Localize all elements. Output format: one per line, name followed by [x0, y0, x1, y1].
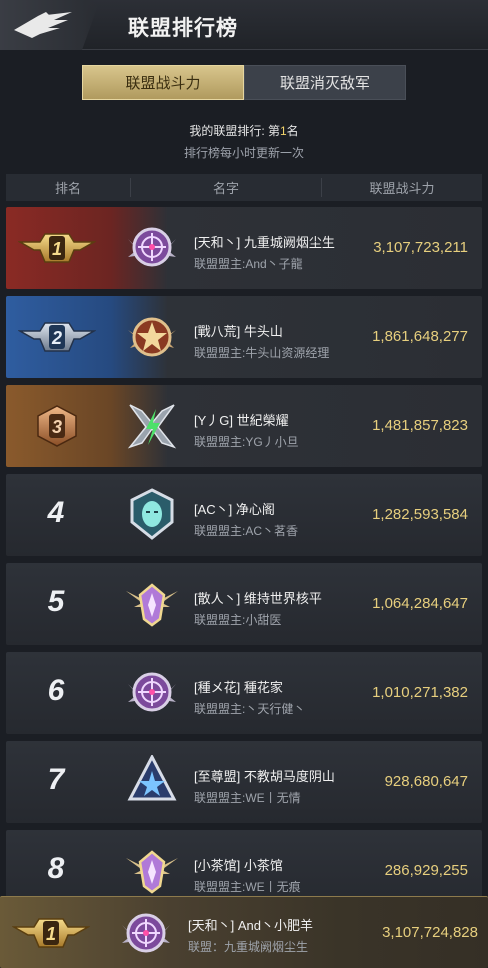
alliance-info: [散人丶] 维持世界核平 联盟盟主:小甜医 — [194, 588, 359, 628]
rank-badge-text: 3 — [52, 417, 62, 437]
tab-alliance-power[interactable]: 联盟战斗力 — [82, 65, 244, 100]
alliance-info: [至尊盟] 不教胡马度阴山 联盟盟主:WE丨无情 — [194, 766, 359, 806]
bronze-star-emblem-icon — [128, 317, 176, 357]
table-row[interactable]: 3 [Y丿G] 世紀榮耀 联盟盟主:YG丿小旦 1,481,857,823 — [6, 385, 482, 467]
alliance-power: 1,282,593,584 — [372, 506, 468, 523]
alliance-leader: 联盟：九重城阙烟尘生 — [188, 940, 309, 954]
my-rank-line: 我的联盟排行: 第1名 — [0, 122, 488, 139]
gold-winged-emblem-icon — [126, 583, 178, 627]
rank-cell: 6 — [6, 652, 106, 734]
table-row[interactable]: 6 [種メ花] 種花家 联盟盟主:丶天行健丶 1,010,271,382 — [6, 652, 482, 734]
back-button[interactable] — [0, 0, 100, 50]
alliance-power: 1,010,271,382 — [372, 684, 468, 701]
alliance-leader: 联盟盟主:WE丨无痕 — [194, 880, 301, 894]
teal-mask-emblem-icon — [130, 488, 174, 540]
alliance-power: 3,107,723,211 — [373, 239, 468, 256]
alliance-leader: 联盟盟主:And丶子龍 — [194, 257, 303, 271]
alliance-name: [AC丶] 净心阁 — [194, 502, 275, 517]
eagle-back-icon — [14, 12, 72, 38]
alliance-power: 286,929,255 — [384, 862, 468, 879]
table-row[interactable]: 1 [天和丶] 九重城阙烟尘生 联盟盟主:And丶子龍 3,107,723,21… — [6, 207, 482, 289]
alliance-power: 1,481,857,823 — [372, 417, 468, 434]
alliance-name: [天和丶] 九重城阙烟尘生 — [194, 235, 335, 250]
table-header: 排名 名字 联盟战斗力 — [6, 174, 482, 201]
bronze-rank-badge-icon: 3 — [37, 405, 77, 447]
my-rank-prefix: 我的联盟排行: 第 — [189, 124, 280, 138]
purple-crosshair-emblem-icon — [128, 227, 176, 267]
alliance-info: [Y丿G] 世紀榮耀 联盟盟主:YG丿小旦 — [194, 410, 359, 450]
gold-rank-badge-icon: 1 — [18, 233, 96, 263]
alliance-leader: 联盟盟主:YG丿小旦 — [194, 435, 299, 449]
alliance-info: [小茶馆] 小茶馆 联盟盟主:WE丨无痕 — [194, 855, 359, 895]
alliance-name: [戰八荒] 牛头山 — [194, 324, 283, 339]
page-title: 联盟排行榜 — [128, 17, 238, 40]
column-name: 名字 — [130, 178, 322, 197]
rank-cell: 2 — [6, 296, 106, 378]
rank-number: 5 — [47, 585, 65, 618]
purple-crosshair-emblem-icon — [122, 913, 170, 953]
column-power: 联盟战斗力 — [369, 181, 435, 196]
alliance-name: [種メ花] 種花家 — [194, 680, 283, 695]
table-row[interactable]: 2 [戰八荒] 牛头山 联盟盟主:牛头山资源经理 1,861,648,277 — [6, 296, 482, 378]
alliance-name: [散人丶] 维持世界核平 — [194, 591, 322, 606]
gold-rank-badge-icon: 1 — [12, 918, 90, 948]
top-bar: 联盟排行榜 — [0, 0, 488, 50]
rank-cell: 5 — [6, 563, 106, 645]
my-alliance-row[interactable]: 1 [天和丶] And丶小肥羊 联盟：九重城阙烟尘生 3,107,724,828 — [0, 896, 488, 968]
alliance-info: [AC丶] 净心阁 联盟盟主:AC丶茗香 — [194, 499, 359, 539]
rank-cell: 1 — [0, 897, 100, 968]
table-row[interactable]: 4 [AC丶] 净心阁 联盟盟主:AC丶茗香 1,282,593,584 — [6, 474, 482, 556]
silver-rank-badge-icon: 2 — [18, 322, 96, 352]
alliance-info: [天和丶] And丶小肥羊 联盟：九重城阙烟尘生 — [188, 915, 353, 955]
alliance-name: [至尊盟] 不教胡马度阴山 — [194, 769, 335, 784]
rank-cell: 7 — [6, 741, 106, 823]
alliance-leader: 联盟盟主:丶天行健丶 — [194, 702, 306, 716]
rank-number: 6 — [47, 674, 65, 707]
rank-badge-text: 1 — [52, 239, 62, 259]
alliance-info: [天和丶] 九重城阙烟尘生 联盟盟主:And丶子龍 — [194, 232, 359, 272]
alliance-leader: 联盟盟主:AC丶茗香 — [194, 524, 299, 538]
my-rank-number: 1 — [279, 124, 287, 138]
alliance-info: [種メ花] 種花家 联盟盟主:丶天行健丶 — [194, 677, 359, 717]
rank-cell: 3 — [6, 385, 106, 467]
alliance-leader: 联盟盟主:小甜医 — [194, 613, 282, 627]
update-note: 排行榜每小时更新一次 — [183, 146, 304, 160]
column-rank: 排名 — [54, 181, 81, 196]
blue-star-emblem-icon — [127, 755, 177, 801]
rank-cell: 4 — [6, 474, 106, 556]
my-rank-suffix: 名 — [286, 124, 299, 138]
green-lightning-emblem-icon — [127, 404, 177, 449]
alliance-name: [小茶馆] 小茶馆 — [194, 858, 283, 873]
table-row[interactable]: 5 [散人丶] 维持世界核平 联盟盟主:小甜医 1,064,284,647 — [6, 563, 482, 645]
my-rank-info: 我的联盟排行: 第1名 排行榜每小时更新一次 — [0, 122, 488, 161]
rank-number: 8 — [47, 852, 65, 885]
rank-number: 4 — [47, 496, 65, 529]
rank-badge-text: 2 — [51, 328, 62, 348]
rank-number: 7 — [47, 763, 65, 796]
tab-alliance-kills[interactable]: 联盟消灭敌军 — [244, 65, 406, 100]
tab-bar: 联盟战斗力 联盟消灭敌军 — [82, 65, 406, 100]
purple-crosshair-emblem-icon — [128, 672, 176, 712]
alliance-info: [戰八荒] 牛头山 联盟盟主:牛头山资源经理 — [194, 321, 359, 361]
alliance-name: [Y丿G] 世紀榮耀 — [194, 413, 289, 428]
gold-winged-emblem-icon — [126, 850, 178, 894]
rank-cell: 1 — [6, 207, 106, 289]
alliance-leader: 联盟盟主:WE丨无情 — [194, 791, 301, 805]
alliance-power: 928,680,647 — [384, 773, 468, 790]
rank-badge-text: 1 — [46, 924, 56, 944]
alliance-name: [天和丶] And丶小肥羊 — [188, 918, 313, 933]
alliance-power: 1,064,284,647 — [372, 595, 468, 612]
alliance-leader: 联盟盟主:牛头山资源经理 — [194, 346, 330, 360]
table-row[interactable]: 7 [至尊盟] 不教胡马度阴山 联盟盟主:WE丨无情 928,680,647 — [6, 741, 482, 823]
alliance-power: 3,107,724,828 — [382, 924, 478, 941]
alliance-power: 1,861,648,277 — [372, 328, 468, 345]
